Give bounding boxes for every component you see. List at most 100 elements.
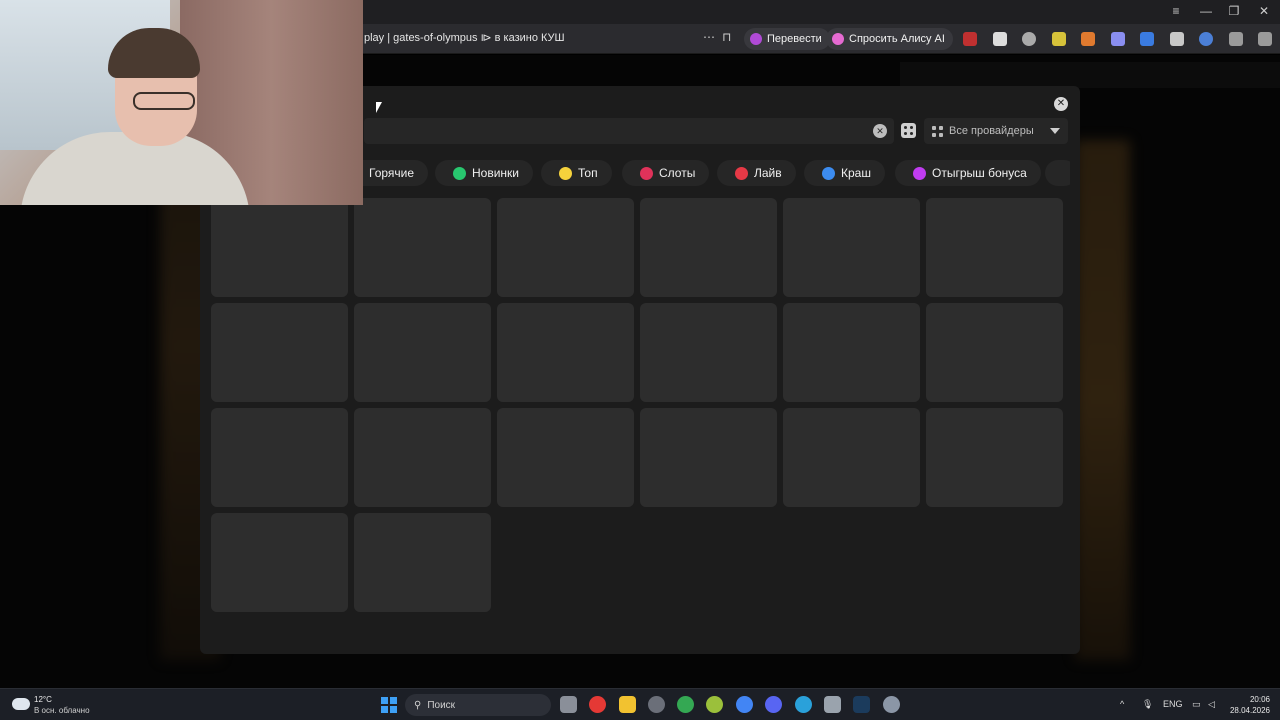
search-icon: ⚲	[414, 699, 422, 711]
game-background-right	[1075, 140, 1130, 660]
star-icon	[559, 166, 572, 180]
extension-icon[interactable]	[1199, 32, 1213, 46]
game-tile[interactable]	[926, 408, 1063, 507]
shield-icon[interactable]	[1170, 32, 1184, 46]
category-tab[interactable]: Топ	[541, 160, 612, 186]
telegram-icon[interactable]	[795, 696, 812, 713]
category-tab[interactable]: Отыгрыш бонуса	[895, 160, 1041, 186]
translate-label: Перевести	[767, 33, 822, 45]
game-tile[interactable]	[497, 408, 634, 507]
category-label: Краш	[841, 166, 871, 180]
app-icon[interactable]	[706, 696, 723, 713]
yandex-browser-icon[interactable]	[589, 696, 606, 713]
category-tab[interactable]: Слоты	[622, 160, 710, 186]
task-view-icon[interactable]	[560, 696, 577, 713]
microphone-icon[interactable]: 🎙	[1142, 699, 1153, 710]
category-tab[interactable]	[1045, 160, 1070, 186]
plus-circle-icon	[453, 166, 466, 180]
taskbar-search-label: Поиск	[427, 699, 456, 711]
close-window-button[interactable]: ✕	[1250, 4, 1278, 18]
grid-icon	[932, 125, 943, 137]
language-indicator[interactable]: ENG	[1163, 699, 1183, 709]
folder-icon[interactable]	[619, 696, 636, 713]
game-tile[interactable]	[783, 408, 920, 507]
network-icon[interactable]: ▭	[1192, 699, 1201, 710]
category-label: Новинки	[472, 166, 519, 180]
clock[interactable]: 20:06 28.04.2026	[1228, 694, 1270, 716]
extension-icon[interactable]	[1111, 32, 1125, 46]
taskbar: 12°C В осн. облачно ⚲ Поиск ^ 🎙 ENG ▭ ◁ …	[0, 688, 1280, 720]
site-header	[900, 62, 1280, 88]
address-url[interactable]: play | gates-of-olympus ⧐ в казино КУШ	[364, 31, 565, 44]
discord-icon[interactable]	[765, 696, 782, 713]
chevron-up-icon[interactable]: ^	[1120, 699, 1124, 709]
game-tile[interactable]	[354, 303, 491, 402]
qr-icon[interactable]	[993, 32, 1007, 46]
volume-icon[interactable]: ◁	[1208, 699, 1215, 710]
game-tile[interactable]	[640, 408, 777, 507]
game-tile[interactable]	[926, 198, 1063, 297]
game-tile[interactable]	[640, 303, 777, 402]
game-tile[interactable]	[211, 513, 348, 612]
game-tile[interactable]	[497, 303, 634, 402]
alice-icon	[832, 33, 844, 45]
weather-temperature[interactable]: 12°C	[34, 695, 52, 704]
collections-icon[interactable]	[1229, 32, 1243, 46]
translate-button[interactable]: Перевести	[744, 28, 830, 50]
taskbar-search[interactable]: ⚲ Поиск	[405, 694, 551, 716]
calculator-icon[interactable]	[824, 696, 841, 713]
game-tile[interactable]	[783, 198, 920, 297]
game-tile[interactable]	[211, 408, 348, 507]
random-game-icon[interactable]	[901, 123, 916, 138]
menu-icon[interactable]: ≡	[1162, 4, 1190, 18]
extension-icon[interactable]	[963, 32, 977, 46]
bookmark-icon[interactable]: ⊓	[722, 30, 731, 44]
webcam-overlay	[0, 0, 363, 205]
gift-icon	[913, 166, 926, 180]
game-tile[interactable]	[211, 303, 348, 402]
game-tile[interactable]	[354, 513, 491, 612]
game-tile[interactable]	[640, 198, 777, 297]
cherry-icon	[640, 166, 653, 180]
steam-icon[interactable]	[853, 696, 870, 713]
game-tile[interactable]	[926, 303, 1063, 402]
start-button[interactable]	[381, 697, 397, 713]
game-tile[interactable]	[211, 198, 348, 297]
webcam-person-glasses	[133, 92, 195, 110]
app-icon[interactable]	[648, 696, 665, 713]
weather-description[interactable]: В осн. облачно	[34, 706, 90, 715]
cloud-icon[interactable]	[12, 698, 30, 710]
category-tab[interactable]: Лайв	[717, 160, 796, 186]
chrome-icon[interactable]	[677, 696, 694, 713]
category-tab[interactable]: Новинки	[435, 160, 533, 186]
minimize-button[interactable]: —	[1192, 4, 1220, 18]
game-tile[interactable]	[354, 408, 491, 507]
globe-icon[interactable]	[1022, 32, 1036, 46]
alice-button[interactable]: Спросить Алису AI	[826, 28, 953, 50]
chrome-icon[interactable]	[736, 696, 753, 713]
chevron-down-icon	[1050, 128, 1060, 134]
close-modal-button[interactable]: ✕	[1054, 97, 1068, 111]
downloads-icon[interactable]	[1258, 32, 1272, 46]
extension-icon[interactable]	[1140, 32, 1154, 46]
category-label: Лайв	[754, 166, 782, 180]
game-tile[interactable]	[354, 198, 491, 297]
category-label: Отыгрыш бонуса	[932, 166, 1027, 180]
extension-icon[interactable]	[1052, 32, 1066, 46]
category-label: Горячие	[369, 166, 415, 180]
providers-label: Все провайдеры	[949, 125, 1034, 137]
clear-search-icon[interactable]: ✕	[873, 124, 887, 138]
translate-icon	[750, 33, 762, 45]
category-tab[interactable]: Краш	[804, 160, 885, 186]
clock-date: 28.04.2026	[1229, 706, 1270, 715]
search-input[interactable]	[364, 118, 894, 144]
more-icon[interactable]: ⋯	[703, 30, 715, 44]
fox-icon[interactable]	[1081, 32, 1095, 46]
live-icon	[735, 166, 748, 180]
providers-dropdown[interactable]: Все провайдеры	[924, 118, 1068, 144]
alice-label: Спросить Алису AI	[849, 33, 945, 45]
settings-icon[interactable]	[883, 696, 900, 713]
restore-button[interactable]: ❐	[1220, 4, 1248, 18]
game-tile[interactable]	[783, 303, 920, 402]
game-tile[interactable]	[497, 198, 634, 297]
